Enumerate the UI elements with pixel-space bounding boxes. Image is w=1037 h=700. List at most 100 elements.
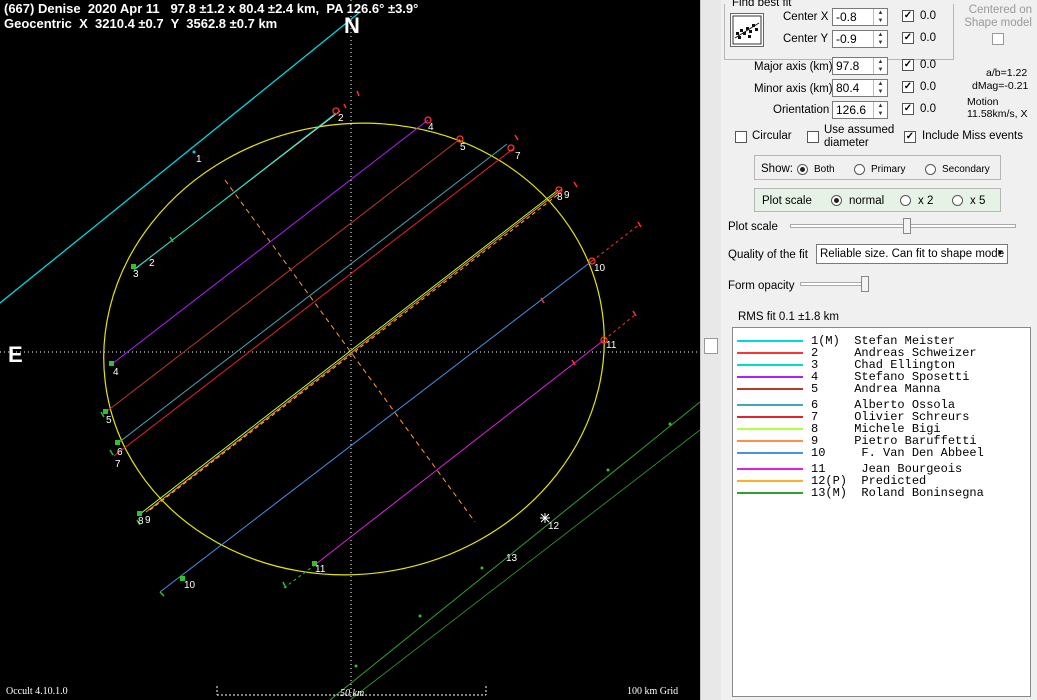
chord-11-tick [632, 310, 637, 317]
chevron-down-icon: ▼ [996, 248, 1004, 257]
quality-dropdown[interactable]: Reliable size. Can fit to shape mode ▼ [816, 244, 1008, 264]
form-opacity-slider-thumb[interactable] [861, 276, 869, 292]
spinner-up-icon[interactable]: ▲ [874, 9, 887, 17]
orientation-checkbox[interactable]: ✓ [902, 103, 914, 115]
plot-scale-group-label: Plot scale [762, 195, 812, 207]
chord-5-start-marker [103, 409, 108, 414]
center-y-spinner[interactable]: -0.9 ▲ ▼ [832, 30, 888, 48]
legend-line-swatch [737, 492, 803, 494]
show-secondary-label: Secondary [942, 164, 990, 175]
chord-12-predicted-line [149, 192, 561, 511]
chords [0, 11, 700, 700]
chord-end-label-4: 4 [428, 122, 434, 133]
major-axis-checkbox[interactable]: ✓ [902, 59, 914, 71]
spinner-up-icon[interactable]: ▲ [874, 58, 887, 66]
legend-entry-label: 10 F. Van Den Abbeel [811, 446, 984, 460]
spinner-down-icon[interactable]: ▼ [874, 17, 887, 25]
orientation-value: 0.0 [920, 103, 936, 115]
orientation-spinner[interactable]: 126.6 ▲ ▼ [832, 101, 888, 119]
center-x-checkbox[interactable]: ✓ [902, 10, 914, 22]
chord-label-12: 12 [548, 521, 560, 532]
chord-end-label-5: 5 [460, 142, 466, 153]
control-panel: Find best fit Center X -0.8 ▲ ▼ ✓ 0.0 Cent… [720, 0, 1037, 700]
plot-scale-slider-thumb[interactable] [903, 218, 911, 234]
centered-on-shape-checkbox[interactable] [992, 33, 1004, 45]
chord-diagram: 12345678 91011121324578 91011 [0, 0, 700, 700]
show-primary-radio[interactable] [854, 164, 865, 175]
circular-label: Circular [752, 130, 792, 142]
center-y-checkbox[interactable]: ✓ [902, 32, 914, 44]
chord-11-gap-line [283, 563, 317, 589]
splitter-handle[interactable] [704, 338, 718, 354]
spinner-up-icon[interactable]: ▲ [874, 31, 887, 39]
center-x-label: Center X [783, 11, 829, 23]
circular-checkbox[interactable] [735, 131, 747, 143]
fit-chart-icon [732, 15, 762, 45]
find-best-fit-button[interactable] [730, 13, 764, 47]
chord-label-2: 2 [149, 258, 155, 269]
legend-row: 13(M) Roland Boninsegna [733, 487, 1030, 499]
grid-label: 100 km Grid [627, 686, 679, 697]
observer-legend: 1(M) Stefan Meister 2 Andreas Schweizer 3 … [732, 327, 1031, 697]
legend-line-swatch [737, 352, 803, 354]
chord-6-line [117, 143, 508, 444]
chord-7-line [113, 147, 515, 457]
minor-axis-spinner[interactable]: 80.4 ▲ ▼ [832, 79, 888, 97]
legend-line-swatch [737, 388, 803, 390]
chord-end-label-2: 2 [338, 113, 344, 124]
spinner-up-icon[interactable]: ▲ [874, 80, 887, 88]
chord-label-11: 11 [315, 564, 326, 575]
chord-label-5: 5 [106, 415, 112, 426]
include-miss-label: Include Miss events [922, 130, 1023, 142]
axis-ratio: a/b=1.22 [986, 67, 1028, 79]
legend-line-swatch [737, 440, 803, 442]
motion-label: Motion [967, 96, 999, 108]
rms-fit: RMS fit 0.1 ±1.8 km [738, 311, 839, 323]
spinner-down-icon[interactable]: ▼ [874, 39, 887, 47]
legend-entry-label: 5 Andrea Manna [811, 382, 941, 396]
legend-line-swatch [737, 416, 803, 418]
geocentric-coordinates: Geocentric X 3210.4 ±0.7 Y 3562.8 ±0.7 k… [4, 16, 278, 31]
orientation-label: Orientation [773, 104, 830, 116]
spinner-down-icon[interactable]: ▼ [874, 88, 887, 96]
use-assumed-diameter-checkbox[interactable] [807, 131, 819, 143]
minor-axis-label: Minor axis (km) [754, 83, 833, 95]
minor-axis-checkbox[interactable]: ✓ [902, 81, 914, 93]
major-axis-spinner[interactable]: 97.8 ▲ ▼ [832, 57, 888, 75]
find-best-fit-label: Find best fit [730, 0, 794, 9]
occultation-plot[interactable]: 1 2 3 4 5 6 7 8 9 10 11 12 13 2 4 5 7 8 9 10 11 (667) Denise… [0, 0, 700, 700]
chord-label-8: 8 [138, 516, 144, 527]
center-x-spinner[interactable]: -0.8 ▲ ▼ [832, 8, 888, 26]
show-both-radio[interactable] [797, 164, 808, 175]
chord-label-10: 10 [184, 580, 196, 591]
form-opacity-slider-track[interactable] [800, 282, 866, 286]
scale-x2-radio[interactable] [900, 195, 911, 206]
chord-6-start-marker [115, 440, 120, 445]
north-label: N [344, 13, 360, 38]
chord-10-line [159, 260, 593, 593]
legend-line-swatch [737, 340, 803, 342]
chord-7-low-tick [109, 449, 114, 456]
show-secondary-radio[interactable] [925, 164, 936, 175]
form-opacity-label: Form opacity [728, 280, 795, 292]
legend-line-swatch [737, 468, 803, 470]
chord-label-3: 3 [133, 269, 139, 280]
chord-12-outer-line [349, 429, 700, 700]
chord-2-tick-b [356, 90, 360, 97]
spinner-up-icon[interactable]: ▲ [874, 102, 887, 110]
include-miss-checkbox[interactable]: ✓ [904, 131, 916, 143]
scale-x5-radio[interactable] [952, 195, 963, 206]
major-axis-value: 0.0 [920, 59, 936, 71]
scale-normal-radio[interactable] [831, 195, 842, 206]
motion-value: 11.58km/s, X [967, 108, 1028, 120]
delta-magnitude: dMag=-0.21 [972, 80, 1029, 92]
panel-splitter[interactable] [700, 0, 721, 700]
show-both-label: Both [814, 164, 835, 175]
spinner-down-icon[interactable]: ▼ [874, 110, 887, 118]
chord-10-tick [637, 221, 642, 228]
legend-row: 5 Andrea Manna [733, 383, 1030, 395]
chord-8-line [139, 189, 559, 515]
spinner-down-icon[interactable]: ▼ [874, 66, 887, 74]
chord-13-line [329, 401, 700, 700]
chord-label-9: 9 [145, 515, 151, 526]
